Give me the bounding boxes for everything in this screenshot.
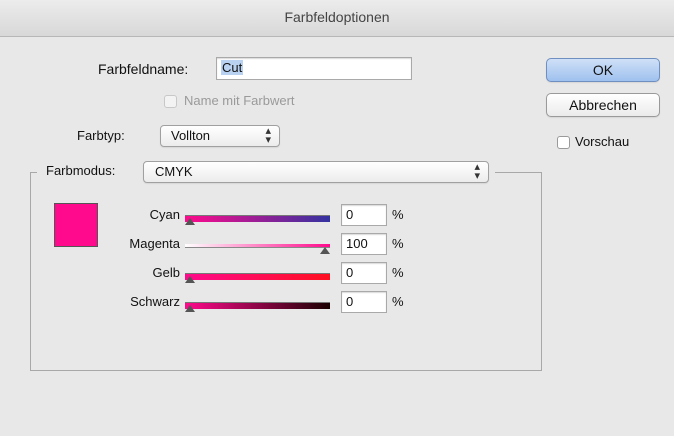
name-with-value-checkbox[interactable] (164, 95, 177, 108)
ok-button[interactable]: OK (546, 58, 660, 82)
color-type-dropdown[interactable]: Vollton ▴ ▾ (160, 125, 280, 147)
cyan-slider[interactable] (185, 215, 330, 222)
swatch-name-label: Farbfeldname: (98, 61, 189, 77)
schwarz-value: 0 (346, 294, 354, 309)
schwarz-slider[interactable] (185, 302, 330, 309)
swatch-name-field[interactable]: Cut (216, 57, 412, 80)
name-with-value-label: Name mit Farbwert (184, 93, 295, 108)
cyan-percent-unit: % (392, 207, 404, 222)
gelb-slider-thumb[interactable] (185, 276, 195, 283)
gelb-slider[interactable] (185, 273, 330, 280)
magenta-slider[interactable] (185, 244, 330, 248)
cyan-label: Cyan (149, 207, 180, 222)
magenta-slider-thumb[interactable] (320, 247, 330, 254)
swatch-name-value: Cut (221, 60, 244, 75)
schwarz-slider-thumb[interactable] (185, 305, 195, 312)
swatch-options-dialog: Farbfeldoptionen Farbfeldname: Cut Name … (0, 0, 674, 436)
color-mode-group (30, 172, 542, 371)
schwarz-label: Schwarz (130, 294, 180, 309)
cyan-value: 0 (346, 207, 354, 222)
color-mode-label: Farbmodus: (46, 163, 116, 178)
preview-checkbox[interactable] (557, 136, 570, 149)
preview-label: Vorschau (575, 134, 630, 149)
cyan-slider-thumb[interactable] (185, 218, 195, 225)
schwarz-value-field[interactable]: 0 (341, 291, 387, 313)
color-mode-dropdown[interactable]: CMYK ▴ ▾ (143, 161, 489, 183)
gelb-label: Gelb (152, 265, 180, 280)
gelb-value: 0 (346, 265, 354, 280)
gelb-percent-unit: % (392, 265, 404, 280)
chevron-updown-icon: ▴ ▾ (474, 161, 480, 182)
cancel-button[interactable]: Abbrechen (546, 93, 660, 117)
color-type-label: Farbtyp: (77, 128, 125, 143)
color-mode-value: CMYK (155, 164, 193, 179)
color-type-value: Vollton (171, 128, 211, 143)
gelb-value-field[interactable]: 0 (341, 262, 387, 284)
color-swatch-preview (54, 203, 98, 247)
window-title: Farbfeldoptionen (284, 9, 390, 25)
magenta-value: 100 (346, 236, 368, 251)
schwarz-percent-unit: % (392, 294, 404, 309)
cyan-value-field[interactable]: 0 (341, 204, 387, 226)
title-bar[interactable]: Farbfeldoptionen (0, 0, 674, 37)
magenta-percent-unit: % (392, 236, 404, 251)
magenta-value-field[interactable]: 100 (341, 233, 387, 255)
magenta-label: Magenta (129, 236, 180, 251)
chevron-updown-icon: ▴ ▾ (265, 125, 271, 146)
